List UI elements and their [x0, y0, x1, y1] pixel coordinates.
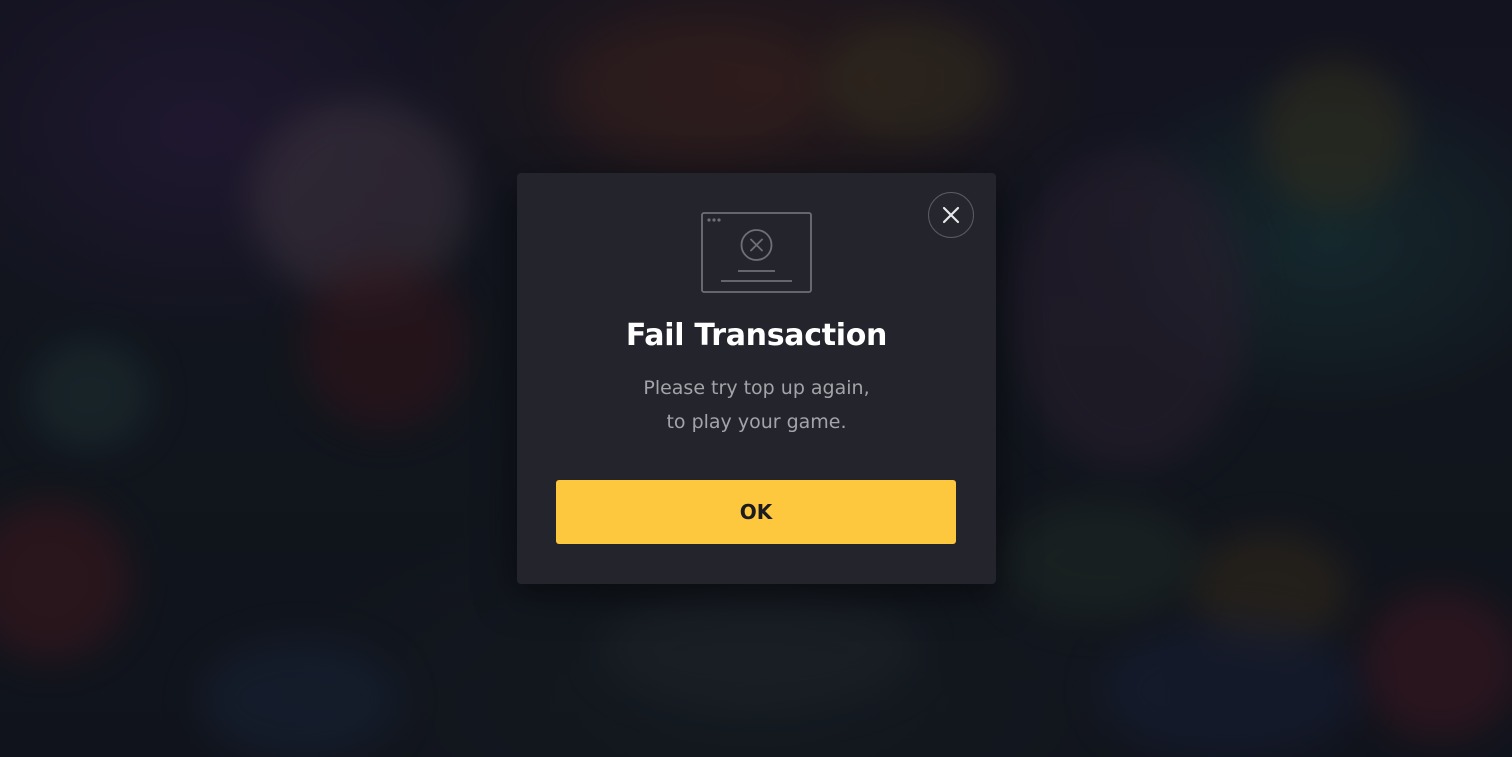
dialog-message: Please try top up again, to play your ga… [517, 371, 996, 439]
close-button[interactable] [928, 192, 974, 238]
close-icon [942, 206, 960, 224]
ok-button[interactable]: OK [556, 480, 956, 544]
dialog-message-line: Please try top up again, [643, 377, 870, 399]
transaction-failed-screen-icon [701, 212, 812, 293]
game-background: Fail Transaction Please try top up again… [0, 0, 1512, 757]
dialog-message-line: to play your game. [666, 411, 847, 433]
fail-transaction-dialog: Fail Transaction Please try top up again… [517, 173, 996, 584]
dialog-title: Fail Transaction [625, 318, 888, 353]
